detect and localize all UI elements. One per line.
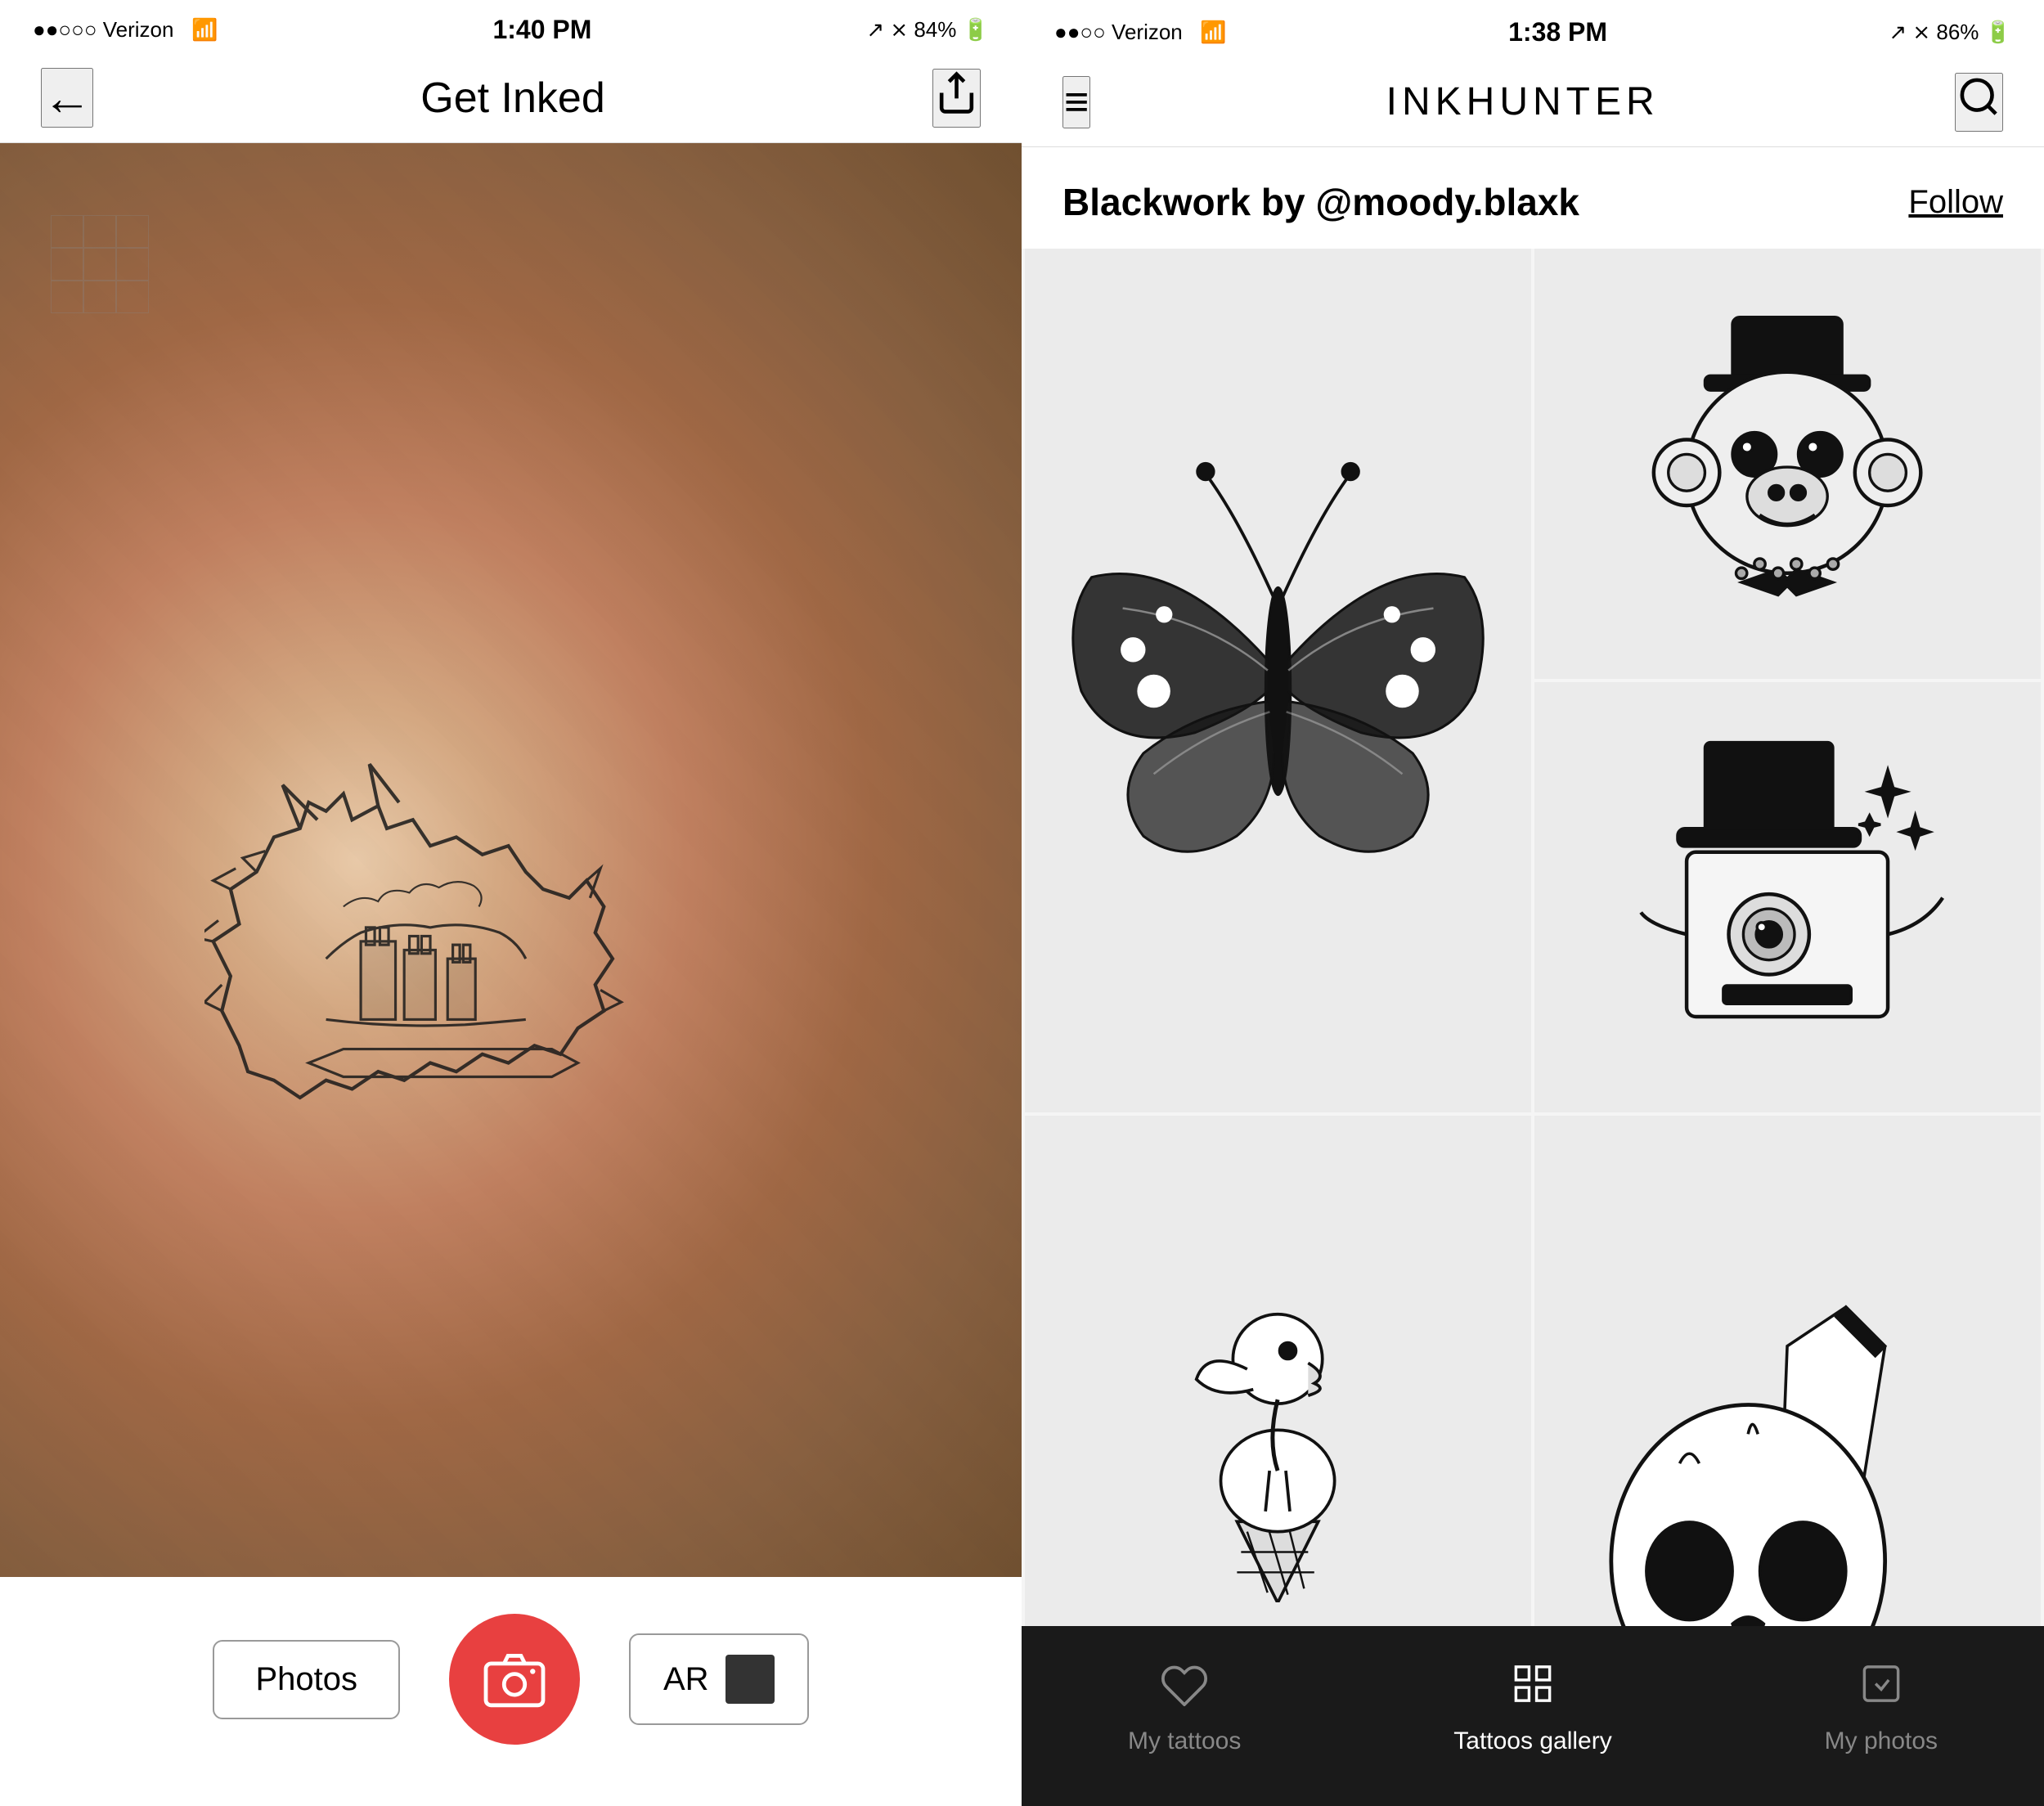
tab-tattoos-gallery[interactable]: Tattoos gallery [1453,1661,1611,1755]
butterfly-tattoo[interactable] [1025,249,1531,1112]
section-header-blackwork: Blackwork by @moody.blaxk Follow [1022,147,2044,249]
share-button[interactable] [932,69,981,128]
ar-button[interactable]: AR [629,1633,809,1725]
tab-my-tattoos-label: My tattoos [1128,1727,1241,1755]
tab-my-photos-label: My photos [1825,1727,1938,1755]
ar-swatch [726,1655,775,1704]
camera-button[interactable] [449,1614,580,1745]
left-carrier: ●●○○○ Verizon 📶 [33,17,218,43]
left-panel: ●●○○○ Verizon 📶 1:40 PM ↗ ⨯ 84% 🔋 ← Get … [0,0,1022,1806]
tab-my-photos[interactable]: My photos [1825,1661,1938,1755]
tab-bar: My tattoos Tattoos gallery My photos [1022,1626,2044,1806]
right-battery-area: ↗ ⨯ 86% 🔋 [1889,20,2011,45]
gallery-content[interactable]: Blackwork by @moody.blaxk Follow [1022,147,2044,1626]
tab-tattoos-gallery-label: Tattoos gallery [1453,1727,1611,1755]
tattoo-image [204,645,817,1363]
tab-my-tattoos[interactable]: My tattoos [1128,1661,1241,1755]
left-status-bar: ●●○○○ Verizon 📶 1:40 PM ↗ ⨯ 84% 🔋 [0,0,1022,53]
hat-robot-tattoo[interactable] [1534,682,2041,1112]
back-button[interactable]: ← [41,68,93,128]
right-carrier: ●●○○ Verizon 📶 [1054,20,1227,45]
right-nav-bar: ≡ INKHUNTER [1022,57,2044,147]
skull-knife-tattoo[interactable] [1534,1116,2041,1626]
heart-icon [1160,1661,1209,1718]
grid-icon [1508,1661,1557,1718]
page-title: Get Inked [420,74,604,123]
left-nav-bar: ← Get Inked [0,53,1022,143]
follow-button-blackwork[interactable]: Follow [1908,184,2003,221]
section-title-blackwork: Blackwork by @moody.blaxk [1062,180,1579,224]
bottom-controls: Photos AR [0,1577,1022,1806]
photos-button[interactable]: Photos [213,1640,400,1719]
left-battery-area: ↗ ⨯ 84% 🔋 [866,17,989,43]
left-time: 1:40 PM [492,15,591,45]
right-time: 1:38 PM [1508,17,1607,47]
photos-check-icon [1857,1661,1906,1718]
search-button[interactable] [1955,73,2003,132]
icecream-tattoo[interactable] [1025,1116,1531,1626]
right-panel: ●●○○ Verizon 📶 1:38 PM ↗ ⨯ 86% 🔋 ≡ INKHU… [1022,0,2044,1806]
monkey-tattoo[interactable] [1534,249,2041,679]
menu-button[interactable]: ≡ [1062,76,1090,128]
right-status-bar: ●●○○ Verizon 📶 1:38 PM ↗ ⨯ 86% 🔋 [1022,0,2044,57]
arm-photo [0,143,1022,1577]
app-title: INKHUNTER [1386,79,1660,124]
